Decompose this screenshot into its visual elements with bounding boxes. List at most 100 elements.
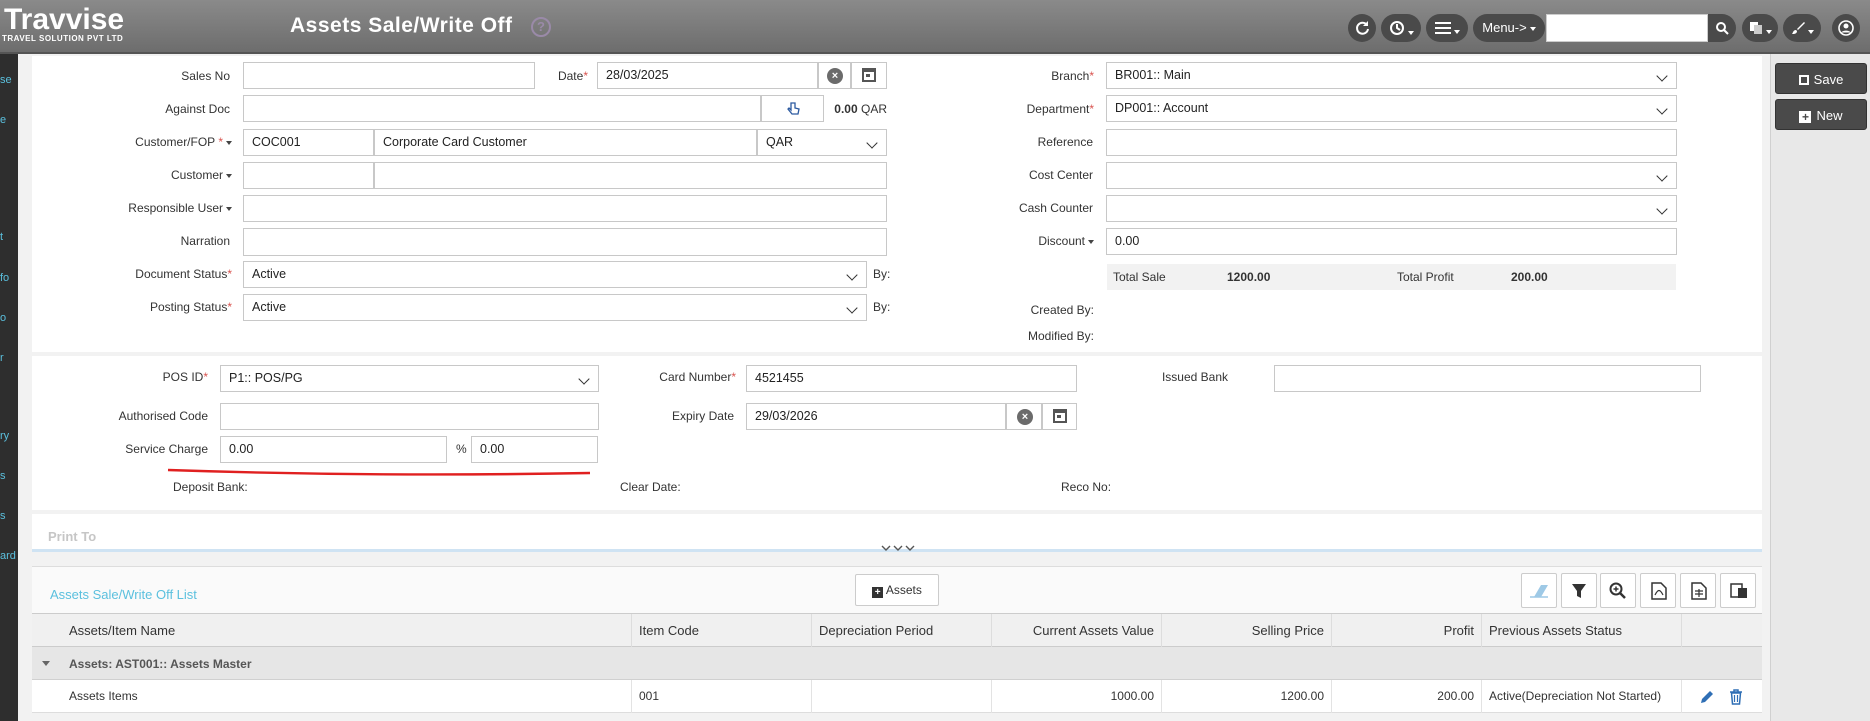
export-pdf-button[interactable] (1640, 573, 1676, 608)
help-icon[interactable]: ? (531, 17, 551, 37)
against-doc-pick-button[interactable] (761, 95, 824, 122)
pos-id-select[interactable]: P1:: POS/PG (220, 365, 599, 392)
refresh-button[interactable] (1348, 14, 1376, 42)
calendar-icon (862, 68, 876, 82)
nav-item[interactable]: ard (0, 550, 16, 562)
nav-item[interactable]: s (0, 510, 6, 522)
nav-item[interactable]: ry (0, 430, 9, 442)
cash-counter-select[interactable] (1106, 195, 1677, 222)
new-label: New (1816, 108, 1843, 123)
nav-item[interactable]: fo (0, 272, 9, 284)
nav-item[interactable]: s (0, 470, 6, 482)
col-header-item-name[interactable]: Assets/Item Name (62, 614, 632, 648)
delete-trash-icon[interactable] (1729, 689, 1743, 705)
clear-icon: × (1017, 409, 1033, 425)
card-number-field[interactable]: 4521455 (746, 365, 1077, 392)
new-button[interactable]: + New (1775, 99, 1867, 130)
responsible-user-label: Responsible User (110, 201, 232, 215)
customer-fop-currency-select[interactable]: QAR (757, 129, 887, 156)
print-to-label[interactable]: Print To (48, 529, 96, 544)
cell-selling-price: 1200.00 (1162, 680, 1332, 713)
logo-text: Travvise (4, 3, 125, 36)
clear-filter-button[interactable] (1521, 573, 1557, 608)
user-icon (1838, 20, 1854, 36)
issued-bank-field[interactable] (1274, 365, 1701, 392)
table-row[interactable]: Assets Items 001 1000.00 1200.00 200.00 … (32, 680, 1762, 713)
pos-id-label: POS ID* (162, 370, 208, 384)
nav-item[interactable]: o (0, 312, 6, 324)
posting-status-select[interactable]: Active (243, 294, 867, 321)
language-button[interactable] (1742, 14, 1778, 42)
customer-fop-code[interactable]: COC001 (243, 129, 374, 156)
narration-label: Narration (180, 234, 230, 248)
col-header-item-code[interactable]: Item Code (632, 614, 812, 648)
add-assets-button[interactable]: + Assets (855, 574, 939, 606)
history-button[interactable] (1381, 14, 1421, 42)
chevron-down-icon (846, 302, 858, 314)
global-search-input[interactable] (1546, 14, 1708, 42)
posting-status-label: Posting Status* (149, 300, 232, 314)
date-clear-button[interactable]: × (818, 62, 851, 89)
zoom-search-button[interactable] (1600, 573, 1636, 608)
expiry-clear-button[interactable]: × (1006, 403, 1042, 430)
sales-no-field[interactable] (243, 62, 535, 89)
customer-fop-label-text: Customer/FOP (135, 135, 215, 149)
expiry-date-label: Expiry Date (671, 409, 734, 423)
customer-code[interactable] (243, 162, 374, 189)
list-menu-button[interactable] (1426, 14, 1468, 42)
total-sale-value: 1200.00 (1221, 264, 1391, 290)
date-field[interactable]: 28/03/2025 (597, 62, 818, 89)
document-status-select[interactable]: Active (243, 261, 867, 288)
reco-no-label: Reco No: (1061, 480, 1112, 494)
theme-button[interactable] (1783, 14, 1821, 42)
col-header-selling-price[interactable]: Selling Price (1162, 614, 1332, 648)
table-group-row[interactable]: Assets: AST001:: Assets Master (32, 647, 1762, 680)
edit-pencil-icon[interactable] (1699, 689, 1715, 705)
nav-item[interactable]: se (0, 74, 12, 86)
collapse-caret-icon[interactable] (42, 661, 50, 666)
col-header-depreciation-period[interactable]: Depreciation Period (812, 614, 992, 648)
department-select[interactable]: DP001:: Account (1106, 95, 1677, 122)
reference-field[interactable] (1106, 129, 1677, 156)
nav-item[interactable]: t (0, 231, 3, 243)
card-number-label: Card Number* (659, 370, 736, 384)
expiry-date-field[interactable]: 29/03/2026 (746, 403, 1006, 430)
user-button[interactable] (1832, 14, 1860, 42)
search-button[interactable] (1708, 14, 1736, 42)
branch-select[interactable]: BR001:: Main (1106, 62, 1677, 89)
expand-chevrons-icon[interactable] (881, 544, 917, 554)
top-bar: Travvise TRAVEL SOLUTION PVT LTD Assets … (0, 0, 1870, 54)
customer-fop-name[interactable]: Corporate Card Customer (374, 129, 757, 156)
against-doc-amount: 0.00 QAR (828, 102, 887, 116)
plus-icon: + (1799, 111, 1812, 123)
nav-item[interactable]: r (0, 352, 4, 364)
authorised-code-field[interactable] (220, 403, 599, 430)
customer-fop-label: Customer/FOP * (120, 135, 232, 149)
nav-item[interactable]: e (0, 114, 6, 126)
against-doc-field[interactable] (243, 95, 761, 122)
col-header-profit[interactable]: Profit (1332, 614, 1482, 648)
column-settings-button[interactable] (1720, 573, 1756, 608)
service-charge-field[interactable]: 0.00 (220, 436, 447, 463)
col-header-previous-status[interactable]: Previous Assets Status (1482, 614, 1682, 648)
responsible-user-field[interactable] (243, 195, 887, 222)
reference-label: Reference (1037, 135, 1093, 149)
main-menu-button[interactable]: Menu-> (1473, 14, 1545, 42)
app-logo[interactable]: Travvise TRAVEL SOLUTION PVT LTD (0, 3, 125, 44)
list-title: Assets Sale/Write Off List (50, 587, 197, 602)
service-charge-percent-field[interactable]: 0.00 (471, 436, 598, 463)
save-label: Save (1813, 72, 1844, 87)
filter-button[interactable] (1561, 573, 1597, 608)
narration-field[interactable] (243, 228, 887, 256)
discount-label: Discount (980, 234, 1094, 248)
cost-center-select[interactable] (1106, 162, 1677, 189)
export-excel-button[interactable] (1680, 573, 1716, 608)
discount-field[interactable]: 0.00 (1106, 228, 1677, 255)
customer-name[interactable] (374, 162, 887, 189)
save-icon (1798, 75, 1809, 85)
expiry-calendar-button[interactable] (1042, 403, 1077, 430)
date-calendar-button[interactable] (851, 62, 887, 89)
save-button[interactable]: Save (1775, 63, 1867, 94)
modified-by-label: Modified By: (1027, 329, 1094, 343)
col-header-current-value[interactable]: Current Assets Value (992, 614, 1162, 648)
